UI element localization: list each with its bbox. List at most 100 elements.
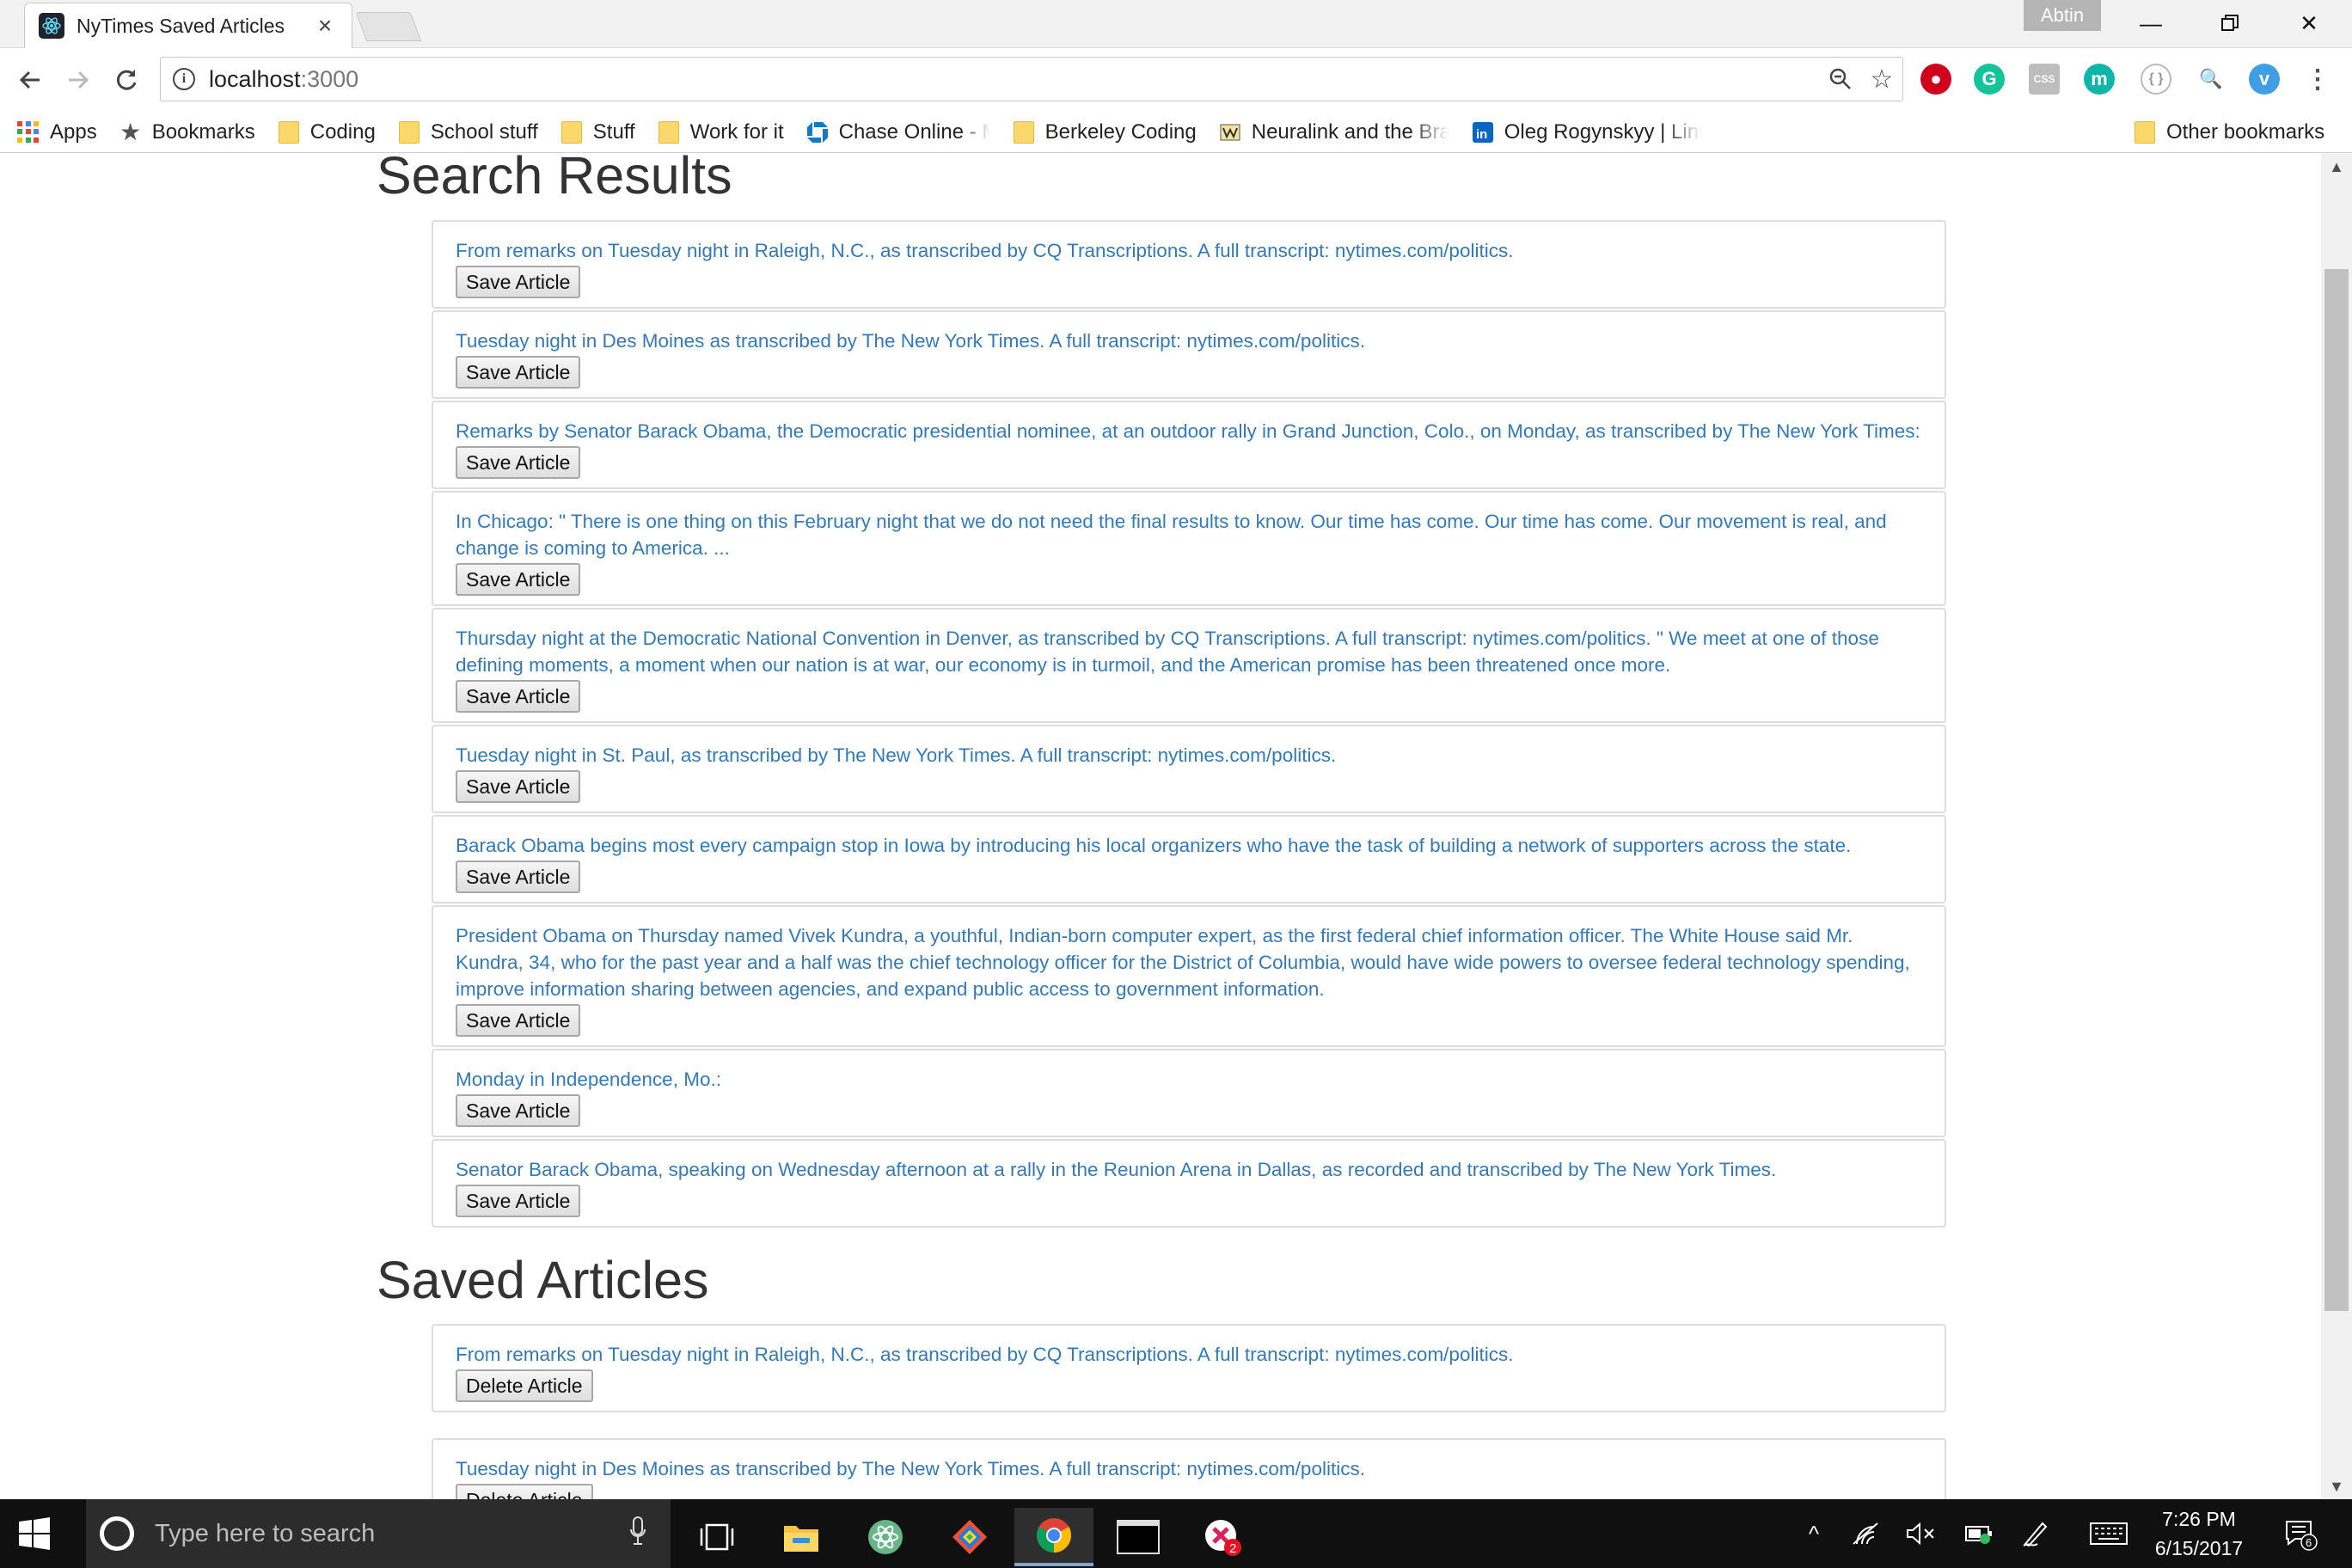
article-card: Thursday night at the Democratic Nationa… [432, 608, 1946, 723]
adblock-extension-icon[interactable]: ● [1920, 64, 1951, 95]
article-card: Tuesday night in St. Paul, as transcribe… [432, 725, 1946, 813]
forward-arrow-icon[interactable] [57, 58, 100, 101]
save-article-button[interactable]: Save Article [456, 446, 581, 479]
folder-icon [658, 120, 680, 144]
page-container: Search Results From remarks on Tuesday n… [377, 154, 1946, 1499]
article-headline[interactable]: President Obama on Thursday named Vivek … [456, 922, 1924, 1002]
save-article-button[interactable]: Save Article [456, 563, 581, 596]
bookmark-other[interactable]: Other bookmarks [2134, 120, 2324, 144]
bookmark-neuralink[interactable]: Neuralink and the Bra [1219, 120, 1449, 144]
article-headline[interactable]: Tuesday night in Des Moines as transcrib… [456, 328, 1924, 354]
grammarly-extension-icon[interactable]: G [1974, 64, 2005, 95]
bookmark-label: Berkeley Coding [1044, 119, 1197, 144]
scroll-up-arrow-icon[interactable]: ▲ [2321, 154, 2352, 180]
article-headline[interactable]: In Chicago: " There is one thing on this… [456, 508, 1924, 561]
taskbar-clock[interactable]: 7:26 PM 6/15/2017 [2130, 1504, 2268, 1563]
battery-charging-icon[interactable] [1960, 1515, 1998, 1553]
cortana-icon[interactable] [100, 1516, 134, 1551]
page-scrollbar[interactable]: ▲ ▼ [2321, 154, 2352, 1499]
terminal-icon[interactable] [1099, 1508, 1178, 1566]
taskbar-search-box[interactable]: Type here to search [86, 1499, 671, 1568]
article-headline[interactable]: From remarks on Tuesday night in Raleigh… [456, 1341, 1924, 1368]
slack-icon[interactable]: 2 [1183, 1508, 1262, 1566]
address-bar[interactable]: i localhost:3000 ☆ [160, 57, 1903, 101]
save-article-button[interactable]: Save Article [456, 266, 581, 298]
save-article-button[interactable]: Save Article [456, 680, 581, 713]
article-headline[interactable]: Barack Obama begins most every campaign … [456, 832, 1924, 859]
save-article-button[interactable]: Save Article [456, 1004, 581, 1037]
react-icon [39, 13, 64, 39]
delete-article-button[interactable]: Delete Article [456, 1369, 593, 1402]
atom-editor-icon[interactable] [846, 1508, 925, 1566]
delete-article-button[interactable]: Delete Article [456, 1484, 593, 1499]
save-article-button[interactable]: Save Article [456, 770, 581, 803]
bookmark-label: Neuralink and the Bra [1251, 119, 1449, 144]
bookmark-bookmarks[interactable]: ★ Bookmarks [119, 119, 255, 145]
bookmark-label: Bookmarks [151, 119, 255, 144]
volume-muted-icon[interactable] [1902, 1515, 1939, 1553]
site-info-icon[interactable]: i [173, 68, 195, 90]
bookmark-apps[interactable]: Apps [17, 120, 97, 144]
folder-icon [398, 120, 420, 144]
article-card: Remarks by Senator Barack Obama, the Dem… [432, 401, 1946, 489]
star-bookmark-icon[interactable]: ☆ [1861, 58, 1902, 100]
saved-articles-heading: Saved Articles [377, 1251, 709, 1309]
clock-time: 7:26 PM [2162, 1508, 2236, 1530]
article-card: From remarks on Tuesday night in Raleigh… [432, 220, 1946, 309]
save-article-button[interactable]: Save Article [456, 861, 581, 893]
bookmark-label: Chase Online - My Ac [838, 119, 990, 144]
bookmark-folder-work[interactable]: Work for it [658, 120, 784, 144]
article-headline[interactable]: Monday in Independence, Mo.: [456, 1066, 1924, 1093]
bookmark-folder-coding[interactable]: Coding [278, 120, 376, 144]
folder-icon [278, 120, 300, 144]
tab-close-icon[interactable]: × [312, 12, 338, 40]
article-headline[interactable]: Thursday night at the Democratic Nationa… [456, 625, 1924, 678]
file-explorer-icon[interactable] [762, 1508, 841, 1566]
new-tab-button[interactable] [355, 12, 422, 41]
git-kraken-icon[interactable] [930, 1508, 1009, 1566]
code-extension-icon[interactable]: { } [2141, 64, 2171, 95]
url-text: localhost:3000 [209, 66, 1820, 93]
vimeo-extension-icon[interactable]: v [2249, 64, 2280, 95]
chrome-menu-icon[interactable]: ⋮ [2302, 64, 2333, 95]
bookmark-folder-school[interactable]: School stuff [398, 120, 538, 144]
chase-icon [806, 121, 829, 144]
window-close-icon[interactable]: ✕ [2269, 0, 2349, 46]
save-article-button[interactable]: Save Article [456, 1185, 581, 1217]
wifi-icon[interactable] [1847, 1515, 1884, 1553]
inspect-extension-icon[interactable]: 🔍 [2196, 64, 2226, 95]
article-card: Barack Obama begins most every campaign … [432, 815, 1946, 903]
reload-icon[interactable] [105, 58, 148, 101]
chrome-taskbar-icon[interactable] [1014, 1508, 1093, 1566]
bookmark-linkedin[interactable]: in Oleg Rogynskyy | Link [1472, 120, 1702, 144]
bookmark-chase[interactable]: Chase Online - My Ac [806, 120, 990, 144]
css-extension-icon[interactable]: CSS [2029, 64, 2060, 95]
save-article-button[interactable]: Save Article [456, 1094, 581, 1127]
pen-ink-icon[interactable] [2017, 1515, 2055, 1553]
browser-tab[interactable]: NyTimes Saved Articles × [24, 3, 352, 48]
bookmark-folder-stuff[interactable]: Stuff [560, 120, 635, 144]
zoom-icon[interactable] [1820, 58, 1861, 100]
tray-chevron-icon[interactable]: ^ [1797, 1515, 1831, 1553]
save-article-button[interactable]: Save Article [456, 356, 581, 389]
task-view-icon[interactable] [677, 1508, 756, 1566]
article-headline[interactable]: Remarks by Senator Barack Obama, the Dem… [456, 418, 1924, 444]
action-center-icon[interactable]: 6 [2276, 1515, 2324, 1553]
bookmark-folder-berkeley[interactable]: Berkeley Coding [1013, 120, 1197, 144]
touch-keyboard-icon[interactable] [2087, 1515, 2130, 1553]
back-arrow-icon[interactable] [9, 58, 52, 101]
article-headline[interactable]: Senator Barack Obama, speaking on Wednes… [456, 1156, 1924, 1183]
profile-button[interactable]: Abtin [2024, 0, 2101, 31]
page-viewport: Search Results From remarks on Tuesday n… [0, 154, 2321, 1499]
windows-start-icon[interactable] [14, 1513, 55, 1554]
article-headline[interactable]: Tuesday night in St. Paul, as transcribe… [456, 742, 1924, 769]
minimize-icon[interactable]: — [2111, 0, 2190, 46]
microphone-icon[interactable] [626, 1516, 650, 1551]
m-extension-icon[interactable]: m [2084, 64, 2115, 95]
article-headline[interactable]: From remarks on Tuesday night in Raleigh… [456, 237, 1924, 264]
article-headline[interactable]: Tuesday night in Des Moines as transcrib… [456, 1455, 1924, 1482]
scroll-down-arrow-icon[interactable]: ▼ [2321, 1473, 2352, 1499]
article-card: Tuesday night in Des Moines as transcrib… [432, 1438, 1946, 1499]
restore-icon[interactable] [2190, 0, 2269, 46]
scroll-thumb[interactable] [2324, 269, 2349, 1311]
